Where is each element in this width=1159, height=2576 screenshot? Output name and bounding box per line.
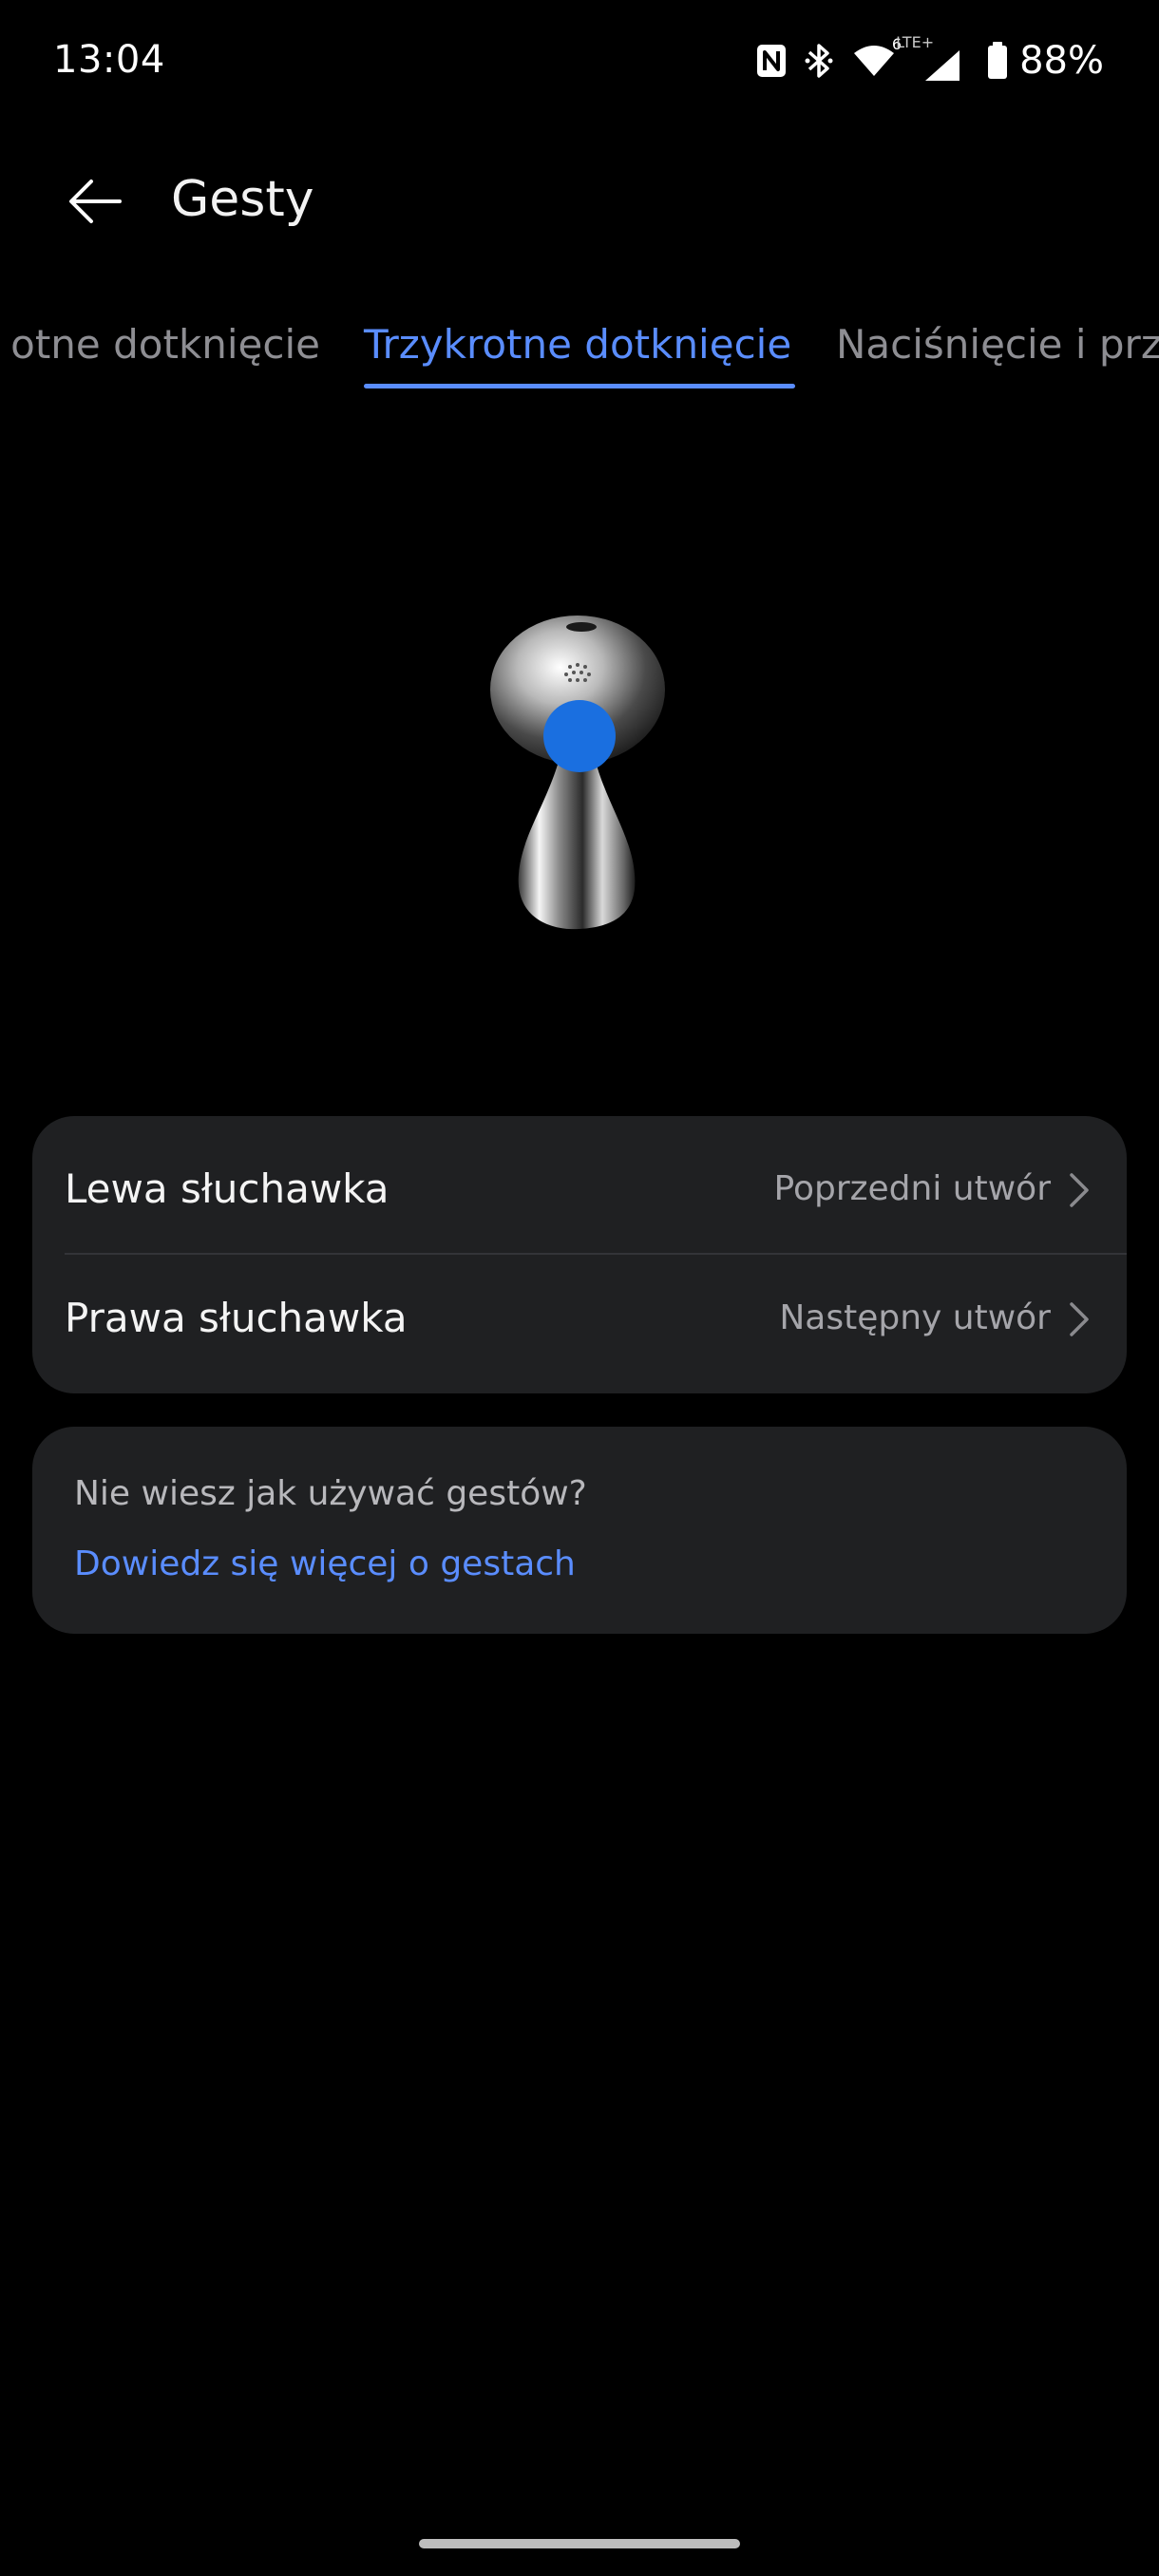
page-title: Gesty	[171, 171, 314, 228]
left-earbud-row[interactable]: Lewa słuchawka Poprzedni utwór	[32, 1124, 1127, 1253]
wifi-icon: 6	[850, 35, 902, 83]
signal-icon: LTE+	[896, 33, 970, 83]
bluetooth-icon	[805, 39, 833, 83]
learn-more-link[interactable]: Dowiedz się więcej o gestach	[74, 1544, 576, 1583]
nfc-icon	[755, 39, 788, 83]
earbud-icon	[490, 616, 665, 930]
status-time: 13:04	[53, 38, 165, 82]
battery-icon	[987, 39, 1008, 83]
earbud-settings-card: Lewa słuchawka Poprzedni utwór Prawa słu…	[32, 1116, 1127, 1393]
active-tab-indicator	[364, 384, 795, 388]
chevron-right-icon	[1070, 1173, 1089, 1207]
left-earbud-value: Poprzedni utwór	[773, 1169, 1051, 1208]
help-card: Nie wiesz jak używać gestów? Dowiedz się…	[32, 1427, 1127, 1634]
chevron-right-icon	[1070, 1302, 1089, 1336]
back-button[interactable]	[55, 161, 135, 241]
status-bar: 13:04 6 LTE+ 88%	[0, 0, 1159, 129]
touch-area-indicator	[543, 700, 616, 772]
right-earbud-row[interactable]: Prawa słuchawka Następny utwór	[32, 1253, 1127, 1382]
help-question: Nie wiesz jak używać gestów?	[74, 1474, 587, 1513]
right-earbud-label: Prawa słuchawka	[65, 1295, 408, 1341]
tab-press-and-hold[interactable]: Naciśnięcie i prz	[836, 321, 1159, 368]
battery-percentage: 88%	[1019, 39, 1104, 83]
status-icons: 6 LTE+ 88%	[755, 33, 1104, 85]
right-earbud-value: Następny utwór	[779, 1298, 1051, 1337]
network-type-label: LTE+	[896, 33, 935, 51]
gesture-tabs: otne dotknięcie Trzykrotne dotknięcie Na…	[0, 313, 1159, 408]
tab-triple-tap[interactable]: Trzykrotne dotknięcie	[364, 321, 791, 368]
home-indicator[interactable]	[419, 2539, 740, 2548]
tab-double-tap[interactable]: otne dotknięcie	[10, 321, 320, 368]
left-earbud-label: Lewa słuchawka	[65, 1165, 390, 1212]
earbud-illustration	[475, 598, 684, 940]
back-arrow-icon	[69, 180, 122, 223]
app-bar: Gesty	[0, 142, 1159, 256]
